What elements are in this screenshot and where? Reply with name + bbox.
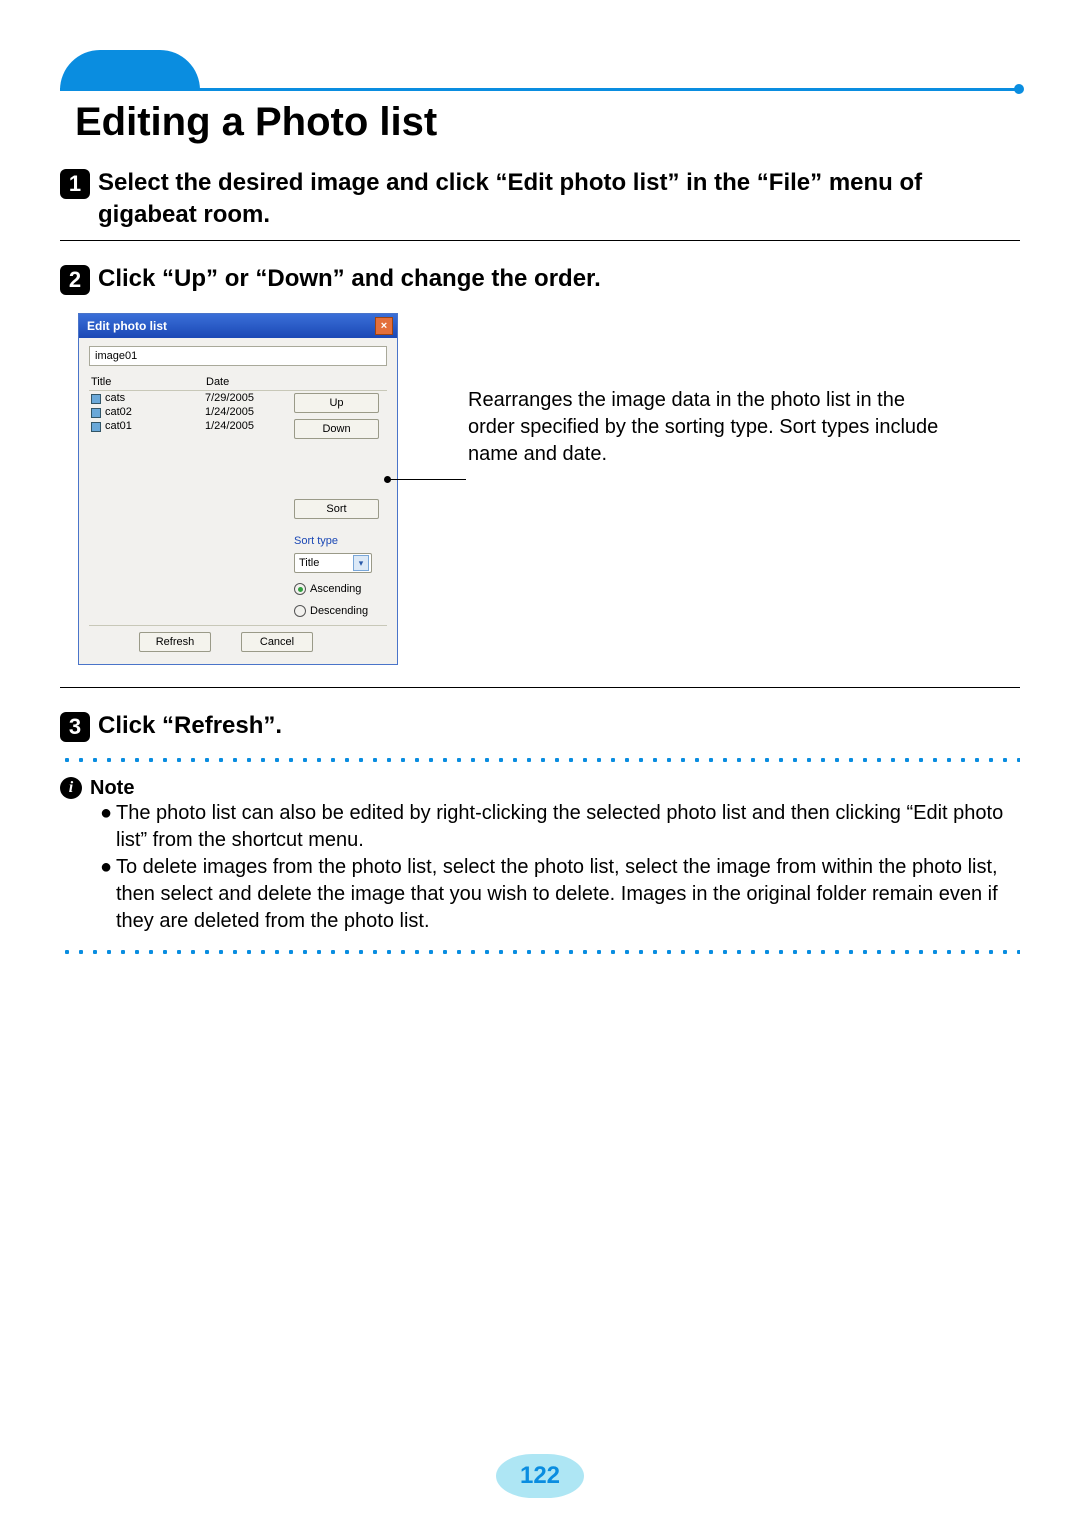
dotted-divider xyxy=(60,949,1020,955)
header-title: Title xyxy=(91,376,206,388)
descending-radio[interactable]: Descending xyxy=(294,605,379,617)
step-2: 2 Click “Up” or “Down” and change the or… xyxy=(60,263,1020,295)
step-3-text: Click “Refresh”. xyxy=(98,710,282,742)
sort-button[interactable]: Sort xyxy=(294,499,379,519)
sort-button-label: Sort xyxy=(326,503,346,515)
page: Editing a Photo list 1 Select the desire… xyxy=(0,0,1080,1534)
thumbnail-icon xyxy=(91,408,101,418)
step-2-badge: 2 xyxy=(60,265,90,295)
cancel-button[interactable]: Cancel xyxy=(241,632,313,652)
refresh-button[interactable]: Refresh xyxy=(139,632,211,652)
note-header: i Note xyxy=(60,777,1020,800)
row-title: cat02 xyxy=(105,406,205,418)
page-number-value: 122 xyxy=(496,1454,584,1498)
step-3: 3 Click “Refresh”. xyxy=(60,710,1020,742)
close-icon[interactable]: × xyxy=(375,317,393,335)
note-item-text: To delete images from the photo list, se… xyxy=(116,854,1020,935)
step-1: 1 Select the desired image and click “Ed… xyxy=(60,167,1020,232)
page-title: Editing a Photo list xyxy=(75,100,437,145)
divider xyxy=(60,687,1020,688)
list-item[interactable]: cat01 1/24/2005 xyxy=(89,419,294,433)
dialog-titlebar: Edit photo list × xyxy=(79,314,397,338)
list-item[interactable]: cats 7/29/2005 xyxy=(89,391,294,405)
bullet-icon: ● xyxy=(100,854,116,935)
row-title: cat01 xyxy=(105,420,205,432)
header-rule-graphic xyxy=(60,88,1020,91)
step-1-text: Select the desired image and click “Edit… xyxy=(98,167,1020,232)
list-item[interactable]: cat02 1/24/2005 xyxy=(89,405,294,419)
descending-label: Descending xyxy=(310,605,368,617)
ascending-label: Ascending xyxy=(310,583,361,595)
sort-type-value: Title xyxy=(299,557,319,569)
header-tab-graphic xyxy=(60,50,200,90)
down-button[interactable]: Down xyxy=(294,419,379,439)
thumbnail-icon xyxy=(91,422,101,432)
thumbnail-icon xyxy=(91,394,101,404)
info-icon: i xyxy=(60,777,82,799)
photo-list-name-input[interactable]: image01 xyxy=(89,346,387,366)
up-button[interactable]: Up xyxy=(294,393,379,413)
page-number: 122 xyxy=(0,1454,1080,1498)
header-date: Date xyxy=(206,376,286,388)
step-2-text: Click “Up” or “Down” and change the orde… xyxy=(98,263,601,295)
screenshot-row: Edit photo list × image01 Title Date cat… xyxy=(60,313,1020,665)
dialog-title-text: Edit photo list xyxy=(87,319,167,333)
list-rows: cats 7/29/2005 cat02 1/24/2005 cat01 1/2… xyxy=(89,391,294,617)
step-1-badge: 1 xyxy=(60,169,90,199)
divider xyxy=(60,240,1020,241)
row-date: 1/24/2005 xyxy=(205,406,280,418)
sort-type-label: Sort type xyxy=(294,535,379,547)
note-item-text: The photo list can also be edited by rig… xyxy=(116,800,1020,854)
row-date: 1/24/2005 xyxy=(205,420,280,432)
step-3-badge: 3 xyxy=(60,712,90,742)
note-item: ● To delete images from the photo list, … xyxy=(100,854,1020,935)
bullet-icon: ● xyxy=(100,800,116,854)
note-label: Note xyxy=(90,777,134,800)
note-item: ● The photo list can also be edited by r… xyxy=(100,800,1020,854)
note-list: ● The photo list can also be edited by r… xyxy=(100,800,1020,935)
dotted-divider xyxy=(60,757,1020,763)
row-title: cats xyxy=(105,392,205,404)
edit-photo-list-dialog: Edit photo list × image01 Title Date cat… xyxy=(78,313,398,665)
chevron-down-icon: ▾ xyxy=(353,555,369,571)
callout-text: Rearranges the image data in the photo l… xyxy=(468,387,948,468)
header: Editing a Photo list xyxy=(60,50,1020,145)
ascending-radio[interactable]: Ascending xyxy=(294,583,379,595)
sort-type-select[interactable]: Title ▾ xyxy=(294,553,372,573)
row-date: 7/29/2005 xyxy=(205,392,280,404)
list-headers: Title Date xyxy=(89,374,387,390)
